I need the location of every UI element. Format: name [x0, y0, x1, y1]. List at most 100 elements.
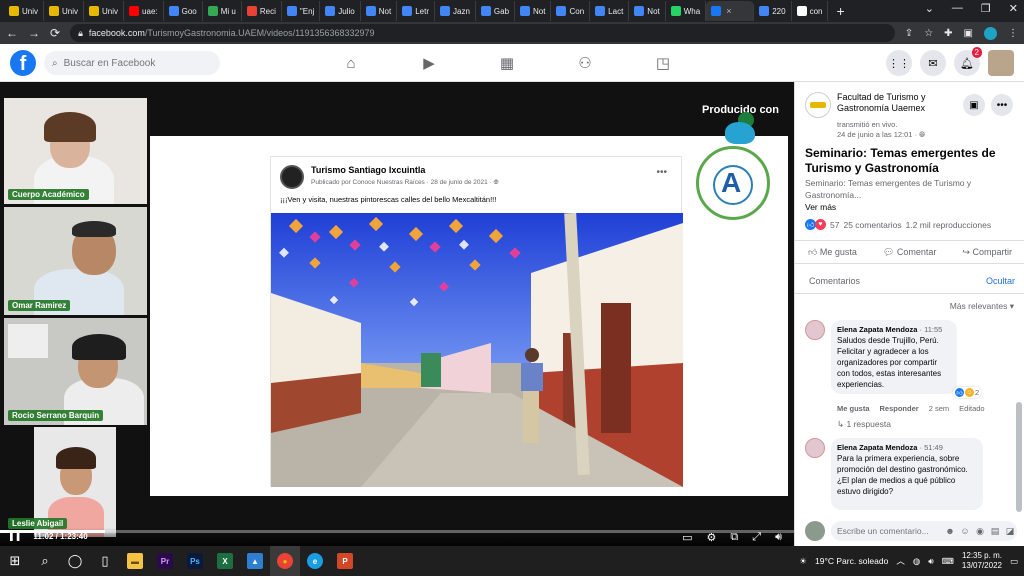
close-window-icon[interactable]: ✕ [1009, 2, 1018, 15]
forward-icon[interactable]: → [28, 26, 40, 40]
minimize-icon[interactable]: — [952, 2, 963, 15]
browser-tab[interactable]: uae: [124, 1, 164, 21]
page-name[interactable]: Facultad de Turismo y Gastronomía Uaemex [837, 92, 947, 114]
browser-tab[interactable]: Con [551, 1, 591, 21]
cortana-icon[interactable]: ▯ [90, 546, 120, 576]
page-avatar[interactable] [805, 92, 831, 118]
photoshop-icon[interactable]: Ps [180, 546, 210, 576]
fullscreen-icon[interactable]: ⤢ [752, 531, 761, 544]
marketplace-icon[interactable]: ▦ [496, 52, 518, 74]
network-icon[interactable]: ◍ [913, 556, 920, 567]
back-icon[interactable]: ← [6, 26, 18, 40]
view-replies-link[interactable]: ↳ 1 respuesta [837, 419, 891, 430]
browser-tab[interactable]: "Enj [282, 1, 321, 21]
browser-tab[interactable]: 220 [754, 1, 792, 21]
browser-tab[interactable]: Goo [164, 1, 203, 21]
browser-tab[interactable]: Not [515, 1, 552, 21]
emoji-icon[interactable]: ☺ [959, 526, 971, 536]
weather-text[interactable]: 19°C Parc. soleado [815, 556, 888, 566]
browser-tab[interactable]: Gab [476, 1, 516, 21]
taskbar-clock[interactable]: 12:35 p. m. 13/07/2022 [962, 551, 1002, 571]
commenter-avatar[interactable] [805, 438, 825, 458]
home-icon[interactable]: ⌂ [340, 52, 362, 74]
watch-icon[interactable]: ▶ [418, 52, 440, 74]
maximize-icon[interactable]: ❐ [981, 2, 991, 15]
comment-input-box[interactable]: ☻ ☺ ◉ ▤ ◪ [831, 521, 1017, 541]
premiere-icon[interactable]: Pr [150, 546, 180, 576]
browser-menu-icon[interactable]: ⋮ [1008, 28, 1018, 39]
browser-tab[interactable]: Wha [666, 1, 707, 21]
see-more-link[interactable]: Ver más [805, 202, 836, 212]
messenger-icon[interactable]: ✉ [920, 50, 946, 76]
comments-count[interactable]: 25 comentarios [843, 220, 901, 230]
volume-icon[interactable]: 🔊︎ [775, 531, 782, 544]
gif-icon[interactable]: ▤ [989, 526, 1001, 537]
photos-icon[interactable]: ▲ [240, 546, 270, 576]
powerpoint-icon[interactable]: P [330, 546, 360, 576]
reload-icon[interactable]: ⟳ [50, 26, 60, 40]
comment-input[interactable] [837, 526, 941, 536]
groups-icon[interactable]: ⚇ [574, 52, 596, 74]
like-button[interactable]: 👍︎ Me gusta [808, 247, 857, 258]
file-explorer-icon[interactable]: ▬ [120, 546, 150, 576]
facebook-logo[interactable]: f [10, 50, 36, 76]
tab-search-icon[interactable]: ⌄ [925, 2, 934, 15]
comment-reactions[interactable]: 👍︎ ☺ 2 [953, 387, 982, 398]
search-icon[interactable]: ⌕ [30, 546, 60, 576]
comment-like-link[interactable]: Me gusta [837, 404, 870, 413]
notifications-icon[interactable]: 🔔︎ 2 [954, 47, 982, 76]
share-page-icon[interactable]: ⇪ [905, 28, 913, 39]
search-input[interactable] [63, 57, 204, 69]
camera-icon[interactable]: ◉ [974, 526, 986, 537]
browser-tab[interactable]: Univ [44, 1, 85, 21]
reactions-summary[interactable]: 👍︎ ♥ 57 25 comentarios 1.2 mil reproducc… [805, 219, 991, 230]
browser-tab[interactable]: Reci [242, 1, 282, 21]
side-panel-icon[interactable]: ▣ [964, 28, 973, 39]
browser-tab-active[interactable]: × [706, 1, 755, 21]
save-video-icon[interactable]: ▣ [963, 94, 985, 116]
more-options-icon[interactable]: ••• [991, 94, 1013, 116]
captions-icon[interactable]: ▭ [682, 531, 692, 544]
sticker-icon[interactable]: ◪ [1004, 526, 1016, 537]
extensions-icon[interactable]: ✚ [944, 28, 952, 39]
weather-icon[interactable]: ☀ [799, 556, 807, 567]
menu-grid-icon[interactable]: ⋮⋮ [886, 50, 912, 76]
excel-icon[interactable]: X [210, 546, 240, 576]
share-button[interactable]: ↪ Compartir [962, 247, 1012, 258]
browser-tab[interactable]: Jazn [435, 1, 476, 21]
gaming-icon[interactable]: ◳ [652, 52, 674, 74]
task-view-icon[interactable]: ◯ [60, 546, 90, 576]
notification-center-icon[interactable]: ▭ [1010, 556, 1018, 567]
account-avatar[interactable] [988, 50, 1014, 76]
comments-scrollbar[interactable] [1016, 402, 1022, 512]
comment-sort-dropdown[interactable]: Más relevantes ▾ [950, 301, 1014, 312]
language-icon[interactable]: ⌨ [942, 556, 954, 567]
bookmark-star-icon[interactable]: ☆ [924, 28, 933, 39]
tray-chevron-icon[interactable]: ︿ [896, 555, 905, 567]
windows-start-icon[interactable]: ⊞ [0, 546, 30, 576]
facebook-search[interactable]: ⌕ [44, 51, 220, 75]
volume-tray-icon[interactable]: 🔊︎ [928, 556, 933, 567]
pause-icon[interactable]: ❚❚ [8, 532, 21, 541]
close-tab-icon[interactable]: × [726, 6, 731, 16]
chrome-icon[interactable]: ● [270, 546, 300, 576]
edge-icon[interactable]: e [300, 546, 330, 576]
browser-tab[interactable]: con [792, 1, 829, 21]
commenter-avatar[interactable] [805, 320, 825, 340]
comment-reply-link[interactable]: Responder [880, 404, 919, 413]
profile-avatar[interactable] [984, 26, 997, 40]
browser-tab[interactable]: Letr [397, 1, 435, 21]
picture-in-picture-icon[interactable]: ⧉ [730, 531, 738, 544]
new-tab-button[interactable]: + [836, 3, 844, 19]
browser-tab[interactable]: Univ [84, 1, 125, 21]
browser-tab[interactable]: Not [629, 1, 666, 21]
browser-tab[interactable]: Mi u [203, 1, 242, 21]
settings-gear-icon[interactable]: ⚙ [707, 531, 717, 544]
browser-tab[interactable]: Not [361, 1, 398, 21]
address-bar[interactable]: 🔒︎ facebook.com/TurismoyGastronomia.UAEM… [70, 24, 895, 42]
browser-tab[interactable]: Lact [590, 1, 630, 21]
progress-bar[interactable] [0, 530, 794, 533]
video-player[interactable]: Cuerpo Académico Omar Ramirez Rocio Serr… [0, 82, 794, 546]
browser-tab[interactable]: Julio [320, 1, 361, 21]
comment-button[interactable]: 💬︎ Comentar [883, 247, 936, 258]
